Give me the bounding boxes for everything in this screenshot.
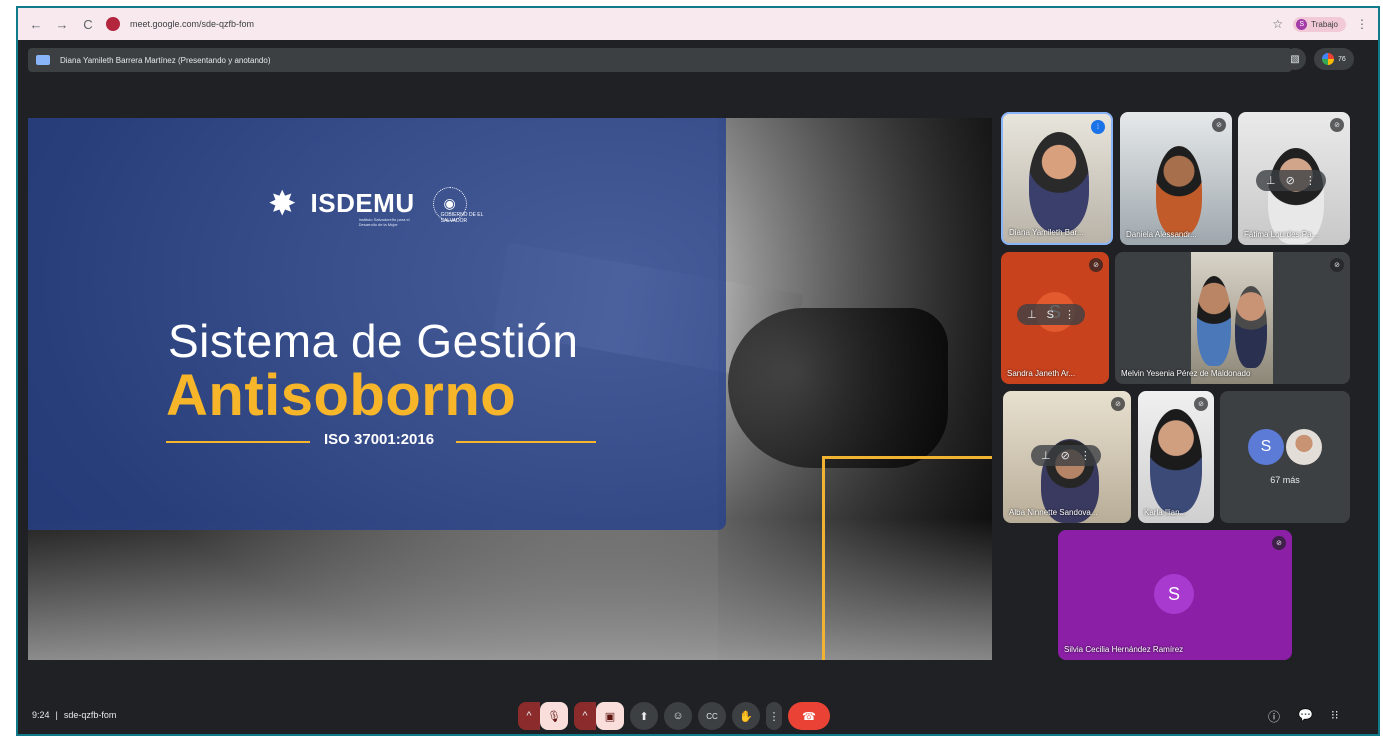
meeting-separator: |: [55, 710, 58, 720]
mic-off-icon: ⊘: [1212, 118, 1226, 132]
meeting-code[interactable]: sde-qzfb-fom: [64, 710, 117, 720]
browser-toolbar: ← → C meet.google.com/sde-qzfb-fom ☆ S T…: [18, 8, 1378, 40]
participant-name: Silvia Cecilia Hernández Ramírez: [1064, 645, 1184, 654]
avatar-initial: S: [1046, 308, 1054, 321]
mic-off-icon: ⊘: [1089, 258, 1103, 272]
presenter-label: Diana Yamileth Barrera Martínez (Present…: [60, 55, 271, 65]
leave-call-button[interactable]: ☎: [788, 702, 830, 730]
captions-button[interactable]: CC: [698, 702, 726, 730]
participant-video: [1156, 146, 1202, 236]
participant-video: [1029, 132, 1089, 232]
browser-right-controls: ☆ S Trabajo ⋮: [1272, 16, 1368, 32]
more-avatar: S: [1248, 429, 1284, 465]
participant-name: Daniela Alessandr...: [1126, 230, 1197, 239]
participant-name: Fátima Lourdes Pa...: [1244, 230, 1319, 239]
mic-toggle-button[interactable]: 🎙: [540, 702, 568, 730]
divider-right: [456, 441, 596, 443]
camera-toggle-button[interactable]: ▣: [596, 702, 624, 730]
profile-avatar: S: [1296, 18, 1308, 30]
address-bar[interactable]: meet.google.com/sde-qzfb-fom: [130, 19, 254, 29]
participant-tile[interactable]: ⊘ Karla Ilian...: [1138, 391, 1214, 523]
mute-icon[interactable]: ⊘: [1061, 449, 1070, 462]
more-avatar-photo: [1286, 429, 1322, 465]
slide-logos: ✸ ISDEMU Instituto Salvadoreño para el D…: [268, 180, 501, 228]
site-info-icon[interactable]: [106, 17, 120, 31]
tile-more-icon[interactable]: ⋮: [1305, 174, 1316, 187]
speaking-indicator-icon: ⁞: [1091, 120, 1105, 134]
slide-standard: ISO 37001:2016: [324, 431, 435, 448]
participant-avatar: S: [1154, 574, 1194, 614]
slide-title: Sistema de Gestión: [168, 315, 579, 367]
more-options-button[interactable]: ⋮: [766, 702, 782, 730]
mic-off-icon: ⊘: [1111, 397, 1125, 411]
bookmark-star-icon[interactable]: ☆: [1272, 17, 1283, 31]
divider-left: [166, 441, 310, 443]
tile-hover-controls: ⊥ S ⋮: [1017, 304, 1085, 325]
slide-blue-panel: ✸ ISDEMU Instituto Salvadoreño para el D…: [28, 118, 726, 530]
participants-icon: [1322, 53, 1334, 65]
tile-more-icon[interactable]: ⋮: [1064, 308, 1075, 321]
activities-icon[interactable]: ⁝⁝: [1331, 708, 1339, 725]
raise-hand-button[interactable]: ✋: [732, 702, 760, 730]
government-label: GOBIERNO DE EL SALVADOR: [440, 212, 484, 224]
participants-button[interactable]: 76: [1314, 48, 1354, 70]
tile-hover-controls: ⊥ ⊘ ⋮: [1256, 170, 1326, 191]
pin-icon[interactable]: ⊥: [1041, 449, 1051, 462]
back-icon[interactable]: ←: [28, 17, 44, 32]
forward-icon[interactable]: →: [54, 17, 70, 32]
shared-screen: ✸ ISDEMU Instituto Salvadoreño para el D…: [28, 118, 992, 660]
mic-off-icon: ⊘: [1272, 536, 1286, 550]
isdemu-logo-icon: ✸: [268, 184, 297, 223]
participant-video: [1150, 409, 1202, 513]
participant-name: Diana Yamileth Bar...: [1009, 228, 1084, 237]
tile-more-icon[interactable]: ⋮: [1080, 449, 1091, 462]
isdemu-subtitle: Instituto Salvadoreño para el Desarrollo…: [358, 217, 410, 227]
participant-name: Karla Ilian...: [1144, 508, 1187, 517]
participant-name: Sandra Janeth Ar...: [1007, 369, 1076, 378]
participant-tile[interactable]: S ⊘ Silvia Cecilia Hernández Ramírez: [1058, 530, 1292, 660]
reactions-button[interactable]: ☺: [664, 702, 692, 730]
video-options-chevron-icon[interactable]: ^: [574, 702, 596, 730]
meeting-time: 9:24: [32, 710, 50, 720]
browser-menu-icon[interactable]: ⋮: [1356, 17, 1368, 31]
participants-count: 76: [1338, 55, 1346, 63]
participant-name: Melvin Yesenia Pérez de Maldonado: [1121, 369, 1251, 378]
meeting-info: 9:24 | sde-qzfb-fom: [32, 710, 116, 720]
side-panel-controls: ⓘ 💬 ⁝⁝: [1268, 708, 1339, 725]
tile-hover-controls: ⊥ ⊘ ⋮: [1031, 445, 1101, 466]
mic-off-icon: ⊘: [1330, 258, 1344, 272]
pin-icon[interactable]: ⊥: [1027, 308, 1037, 321]
profile-label: Trabajo: [1311, 19, 1338, 29]
participant-tile[interactable]: ⊘ Daniela Alessandr...: [1120, 112, 1232, 245]
layout-icon[interactable]: ▧: [1284, 48, 1306, 70]
participant-name: Alba Ninnette Sandova...: [1009, 508, 1098, 517]
gold-corner-frame: [822, 456, 992, 660]
call-controls: ^ 🎙 ^ ▣ ⬆ ☺ CC ✋ ⋮ ☎: [518, 702, 830, 730]
participant-tile[interactable]: ⊥ ⊘ ⋮ ⊘ Alba Ninnette Sandova...: [1003, 391, 1131, 523]
participant-tile[interactable]: ⊥ ⊘ ⋮ ⊘ Fátima Lourdes Pa...: [1238, 112, 1350, 245]
meet-window: ← → C meet.google.com/sde-qzfb-fom ☆ S T…: [16, 6, 1380, 736]
more-participants-tile[interactable]: S 67 más: [1220, 391, 1350, 523]
present-button[interactable]: ⬆: [630, 702, 658, 730]
mic-off-icon: ⊘: [1194, 397, 1208, 411]
presentation-icon: [36, 55, 50, 65]
reload-icon[interactable]: C: [80, 17, 96, 32]
chat-icon[interactable]: 💬: [1298, 708, 1313, 725]
slide-headline: Antisoborno: [166, 363, 517, 428]
participant-tile[interactable]: S ⊥ S ⋮ ⊘ Sandra Janeth Ar...: [1001, 252, 1109, 384]
participant-video: [1191, 252, 1273, 384]
participant-tile[interactable]: ⊘ Melvin Yesenia Pérez de Maldonado: [1115, 252, 1350, 384]
mute-icon[interactable]: ⊘: [1286, 174, 1295, 187]
pin-icon[interactable]: ⊥: [1266, 174, 1276, 187]
audio-options-chevron-icon[interactable]: ^: [518, 702, 540, 730]
meeting-details-icon[interactable]: ⓘ: [1268, 708, 1280, 725]
more-participants-label: 67 más: [1270, 475, 1300, 485]
isdemu-brand: ISDEMU: [310, 188, 415, 219]
participant-tile[interactable]: ⁞ Diana Yamileth Bar...: [1001, 112, 1113, 245]
top-right-controls: ▧ 76: [1284, 48, 1354, 70]
presenter-banner: Diana Yamileth Barrera Martínez (Present…: [28, 48, 1292, 72]
profile-chip[interactable]: S Trabajo: [1293, 16, 1346, 32]
mic-off-icon: ⊘: [1330, 118, 1344, 132]
